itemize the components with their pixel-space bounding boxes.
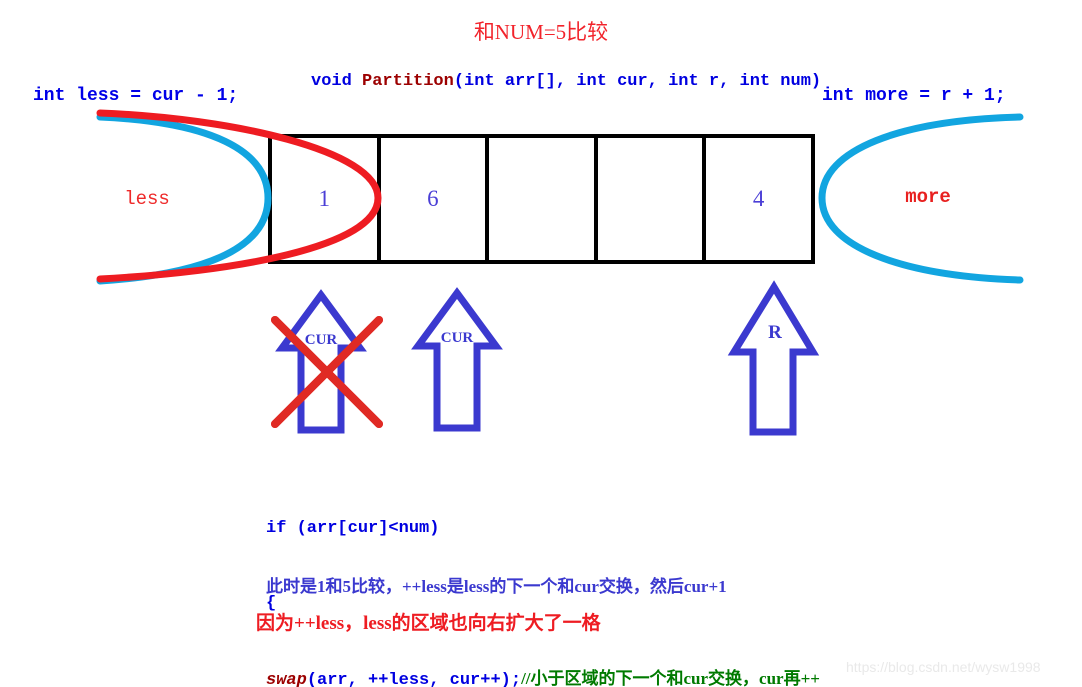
code-if-text: if (arr[cur]<num) (266, 519, 440, 538)
code-line-swap: swap(arr, ++less, cur++);//小于区域的下一个和cur交… (266, 666, 820, 687)
code-swap-comment: //小于区域的下一个和cur交换，cur再++ (521, 669, 820, 687)
code-swap-fn: swap (266, 671, 307, 687)
code-swap-args: (arr, ++less, cur++); (306, 671, 522, 687)
explanation-note-2: 因为++less，less的区域也向右扩大了一格 (256, 613, 601, 634)
code-line-if: if (arr[cur]<num) (266, 516, 820, 541)
diagram-canvas: 和NUM=5比较 void Partition(int arr[], int c… (0, 0, 1082, 687)
watermark: https://blog.csdn.net/wysw1998 (846, 659, 1041, 675)
explanation-note-1: 此时是1和5比较，++less是less的下一个和cur交换，然后cur+1 (266, 577, 727, 596)
